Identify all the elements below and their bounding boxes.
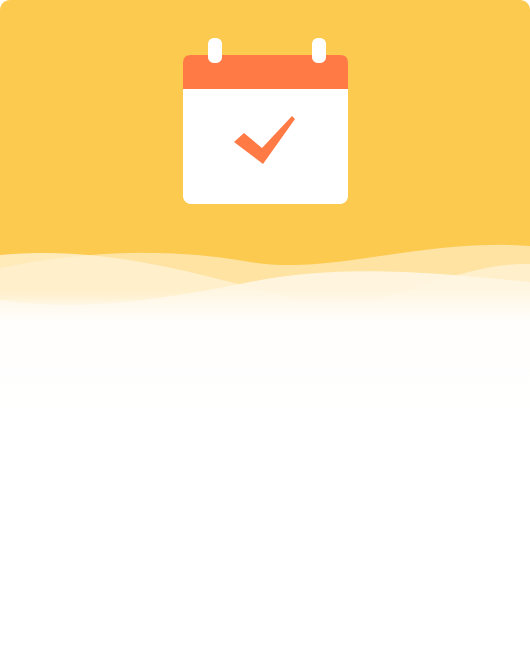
- calendar-ring-right: [312, 38, 326, 63]
- dialog-body: [0, 420, 530, 654]
- calendar-check-icon: [183, 38, 348, 204]
- wave-fade: [0, 290, 530, 420]
- calendar-ring-left: [208, 38, 222, 63]
- checkin-dialog: [0, 0, 530, 654]
